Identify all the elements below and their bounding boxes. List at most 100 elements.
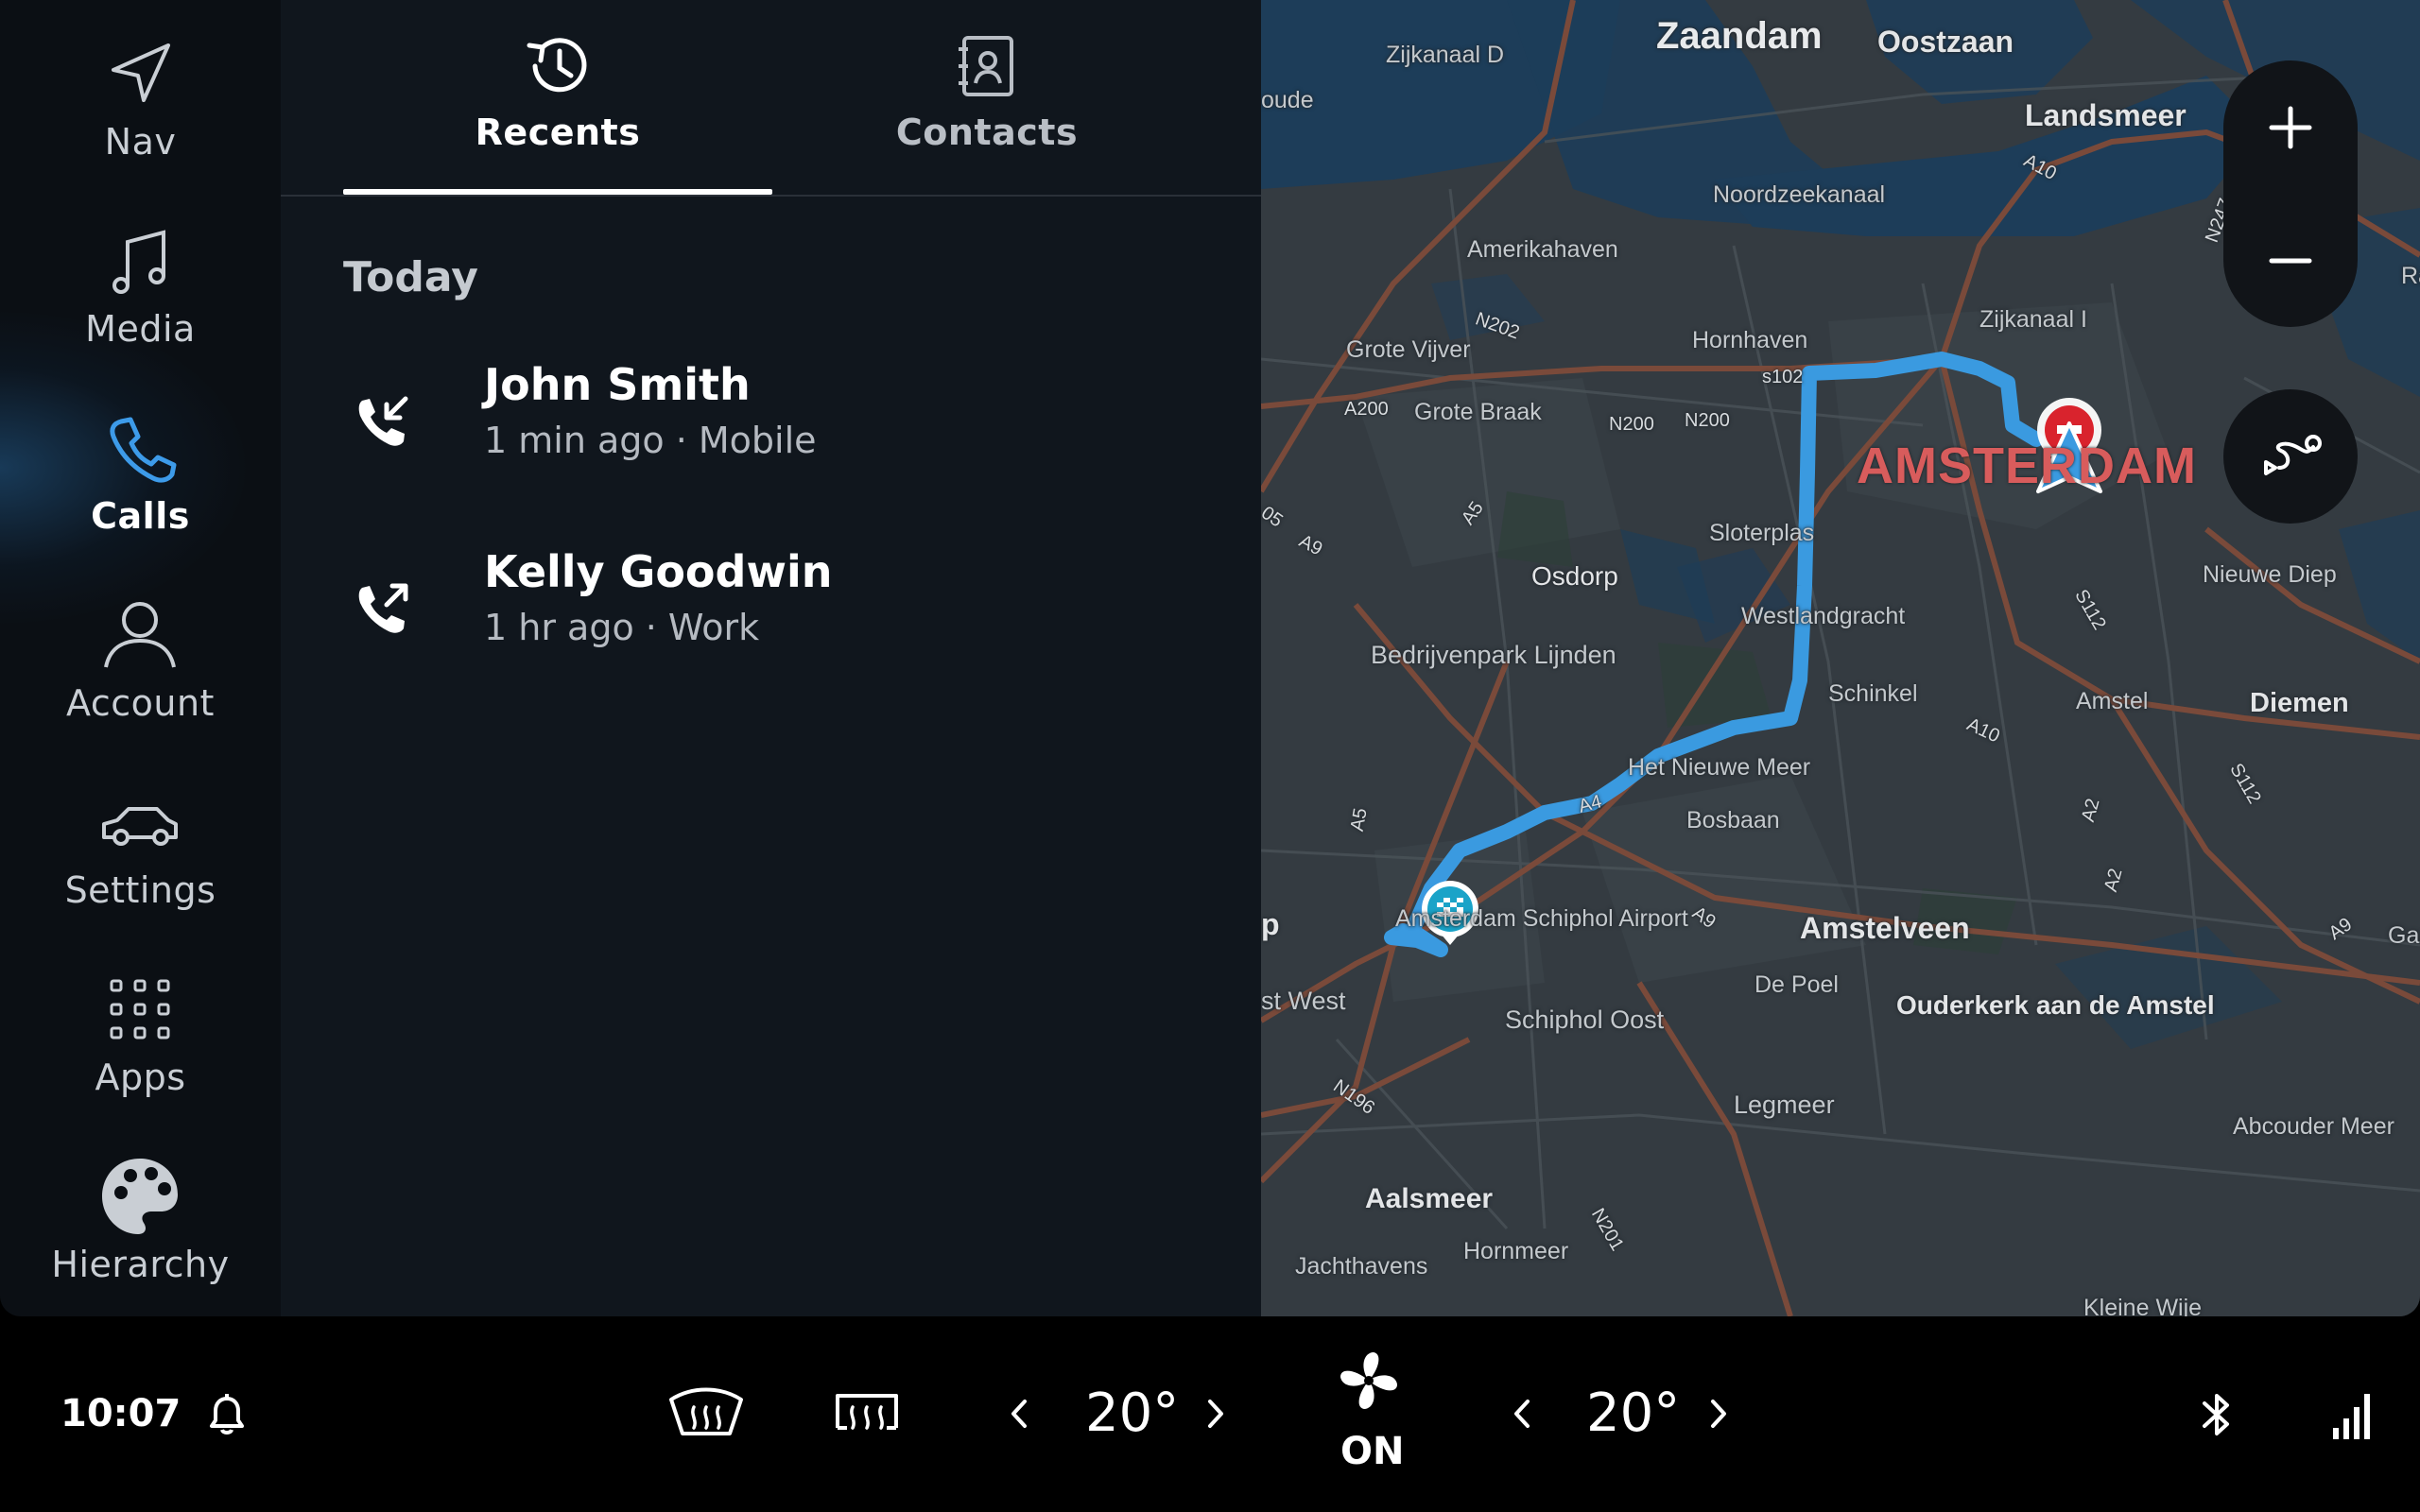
side-navigation-rail: Nav Media Calls Account Settings Apps Hi… bbox=[0, 0, 281, 1316]
map-label: N200 bbox=[1609, 414, 1654, 435]
map-label: Osdorp bbox=[1531, 561, 1618, 591]
map-label: Noordzeekanaal bbox=[1713, 181, 1886, 208]
rear-defrost-icon[interactable] bbox=[824, 1379, 909, 1451]
map-label: oude bbox=[1261, 87, 1314, 113]
call-log-row[interactable]: John Smith 1 min ago · Mobile bbox=[319, 350, 1226, 510]
zoom-out-icon bbox=[2269, 258, 2312, 264]
map-label: Amerikahaven bbox=[1467, 236, 1618, 263]
zoom-out-button[interactable] bbox=[2223, 194, 2358, 327]
right-temperature: 20° bbox=[1586, 1383, 1681, 1444]
tab-contacts[interactable]: Contacts bbox=[772, 0, 1201, 195]
rail-item-apps[interactable]: Apps bbox=[0, 945, 281, 1125]
incoming-call-icon bbox=[358, 396, 408, 446]
map-label: Grote Vijver bbox=[1346, 336, 1471, 363]
tab-divider bbox=[281, 195, 1261, 197]
person-icon bbox=[104, 602, 176, 668]
zoom-in-icon bbox=[2269, 106, 2312, 149]
map-label: Ouderkerk aan de Amstel bbox=[1896, 990, 2215, 1020]
map-label: st West bbox=[1261, 987, 1346, 1015]
fan-status: ON bbox=[1340, 1430, 1405, 1473]
navigation-arrow-icon bbox=[112, 43, 170, 102]
right-temp-decrease-button[interactable] bbox=[1503, 1390, 1541, 1437]
map-label: Nieuwe Diep bbox=[2203, 561, 2337, 588]
map-label: Het Nieuwe Meer bbox=[1628, 754, 1811, 781]
rail-item-label: Calls bbox=[91, 495, 190, 537]
tab-label: Contacts bbox=[895, 112, 1079, 153]
tab-recents[interactable]: Recents bbox=[343, 0, 772, 195]
rail-item-media[interactable]: Media bbox=[0, 197, 281, 376]
rail-item-nav[interactable]: Nav bbox=[0, 9, 281, 189]
map-label: Bedrijvenpark Lijnden bbox=[1371, 641, 1616, 669]
outgoing-call-icon bbox=[358, 583, 408, 633]
map-label-city: AMSTERDAM bbox=[1857, 438, 2197, 494]
map-label: p bbox=[1261, 907, 1280, 941]
map-label: Legmeer bbox=[1734, 1091, 1835, 1119]
map-label: Aalsmeer bbox=[1365, 1183, 1494, 1214]
rail-item-settings[interactable]: Settings bbox=[0, 758, 281, 937]
map-label: Diemen bbox=[2250, 688, 2349, 718]
map-label: Hornmeer bbox=[1463, 1238, 1569, 1264]
apps-grid-icon bbox=[110, 979, 170, 1040]
caller-name: John Smith bbox=[484, 359, 751, 410]
app-frame: Nav Media Calls Account Settings Apps Hi… bbox=[0, 0, 2420, 1316]
zoom-controls bbox=[2223, 60, 2358, 327]
route-overview-button[interactable] bbox=[2223, 389, 2358, 524]
notification-bell-icon[interactable] bbox=[199, 1386, 255, 1443]
calls-panel: Recents Contacts Today John Smith 1 min … bbox=[281, 0, 1261, 1316]
palette-icon bbox=[102, 1159, 178, 1234]
right-temp-increase-button[interactable] bbox=[1700, 1390, 1737, 1437]
map-label: Jachthavens bbox=[1295, 1253, 1428, 1280]
rail-item-label: Account bbox=[66, 682, 215, 724]
map-label: Bosbaan bbox=[1686, 807, 1780, 833]
map-label: Amsterdam Schiphol Airport bbox=[1395, 905, 1688, 932]
map-label: Hornhaven bbox=[1692, 327, 1808, 353]
tab-label: Recents bbox=[475, 112, 641, 153]
history-icon bbox=[527, 38, 587, 93]
map-label: Schinkel bbox=[1828, 680, 1918, 707]
left-temp-increase-button[interactable] bbox=[1197, 1390, 1235, 1437]
map-label: Landsmeer bbox=[2025, 98, 2187, 132]
rail-item-account[interactable]: Account bbox=[0, 571, 281, 750]
map-label: Westlandgracht bbox=[1741, 603, 1906, 629]
clock: 10:07 bbox=[60, 1392, 182, 1435]
map-label: Ra bbox=[2401, 263, 2420, 289]
rail-item-label: Nav bbox=[104, 121, 177, 163]
car-icon bbox=[102, 807, 178, 846]
rail-item-label: Apps bbox=[95, 1057, 186, 1098]
phone-icon bbox=[110, 417, 177, 483]
map-label: Gaas bbox=[2388, 922, 2420, 949]
left-temperature: 20° bbox=[1085, 1383, 1180, 1444]
map-label: Oostzaan bbox=[1877, 25, 2014, 59]
rail-item-hierarchy[interactable]: Hierarchy bbox=[0, 1132, 281, 1312]
map-label: Sloterplas bbox=[1709, 520, 1815, 546]
call-details: 1 min ago · Mobile bbox=[484, 420, 817, 461]
bluetooth-icon bbox=[2203, 1394, 2229, 1435]
map-label: Zaandam bbox=[1656, 15, 1823, 57]
section-header: Today bbox=[343, 253, 478, 301]
map-label: Amstel bbox=[2076, 688, 2149, 714]
map-label: s102 bbox=[1762, 367, 1804, 387]
call-log-row[interactable]: Kelly Goodwin 1 hr ago · Work bbox=[319, 537, 1226, 697]
rail-item-label: Settings bbox=[64, 869, 216, 911]
front-defrost-icon[interactable] bbox=[664, 1379, 749, 1451]
rail-item-label: Hierarchy bbox=[51, 1244, 230, 1285]
map-label: A5 bbox=[1346, 806, 1372, 833]
map-label: A200 bbox=[1344, 399, 1389, 420]
left-temp-decrease-button[interactable] bbox=[1000, 1390, 1038, 1437]
call-details: 1 hr ago · Work bbox=[484, 607, 760, 648]
map-label: Amstelveen bbox=[1800, 911, 1970, 945]
map-label: Schiphol Oost bbox=[1505, 1005, 1665, 1034]
system-bar: 10:07 20° ON 20° bbox=[0, 1316, 2420, 1512]
map-label: Zijkanaal I bbox=[1979, 306, 2087, 333]
fan-icon[interactable] bbox=[1333, 1345, 1405, 1417]
signal-strength-icon bbox=[2333, 1394, 2370, 1439]
map-label: Zijkanaal D bbox=[1386, 42, 1505, 68]
map-label: N200 bbox=[1685, 410, 1730, 431]
rail-item-calls[interactable]: Calls bbox=[0, 384, 281, 563]
zoom-in-button[interactable] bbox=[2223, 60, 2358, 194]
caller-name: Kelly Goodwin bbox=[484, 546, 833, 597]
map-label: Grote Braak bbox=[1414, 399, 1542, 425]
music-note-icon bbox=[112, 230, 165, 294]
contacts-book-icon bbox=[959, 36, 1013, 96]
map-label: De Poel bbox=[1754, 971, 1839, 998]
